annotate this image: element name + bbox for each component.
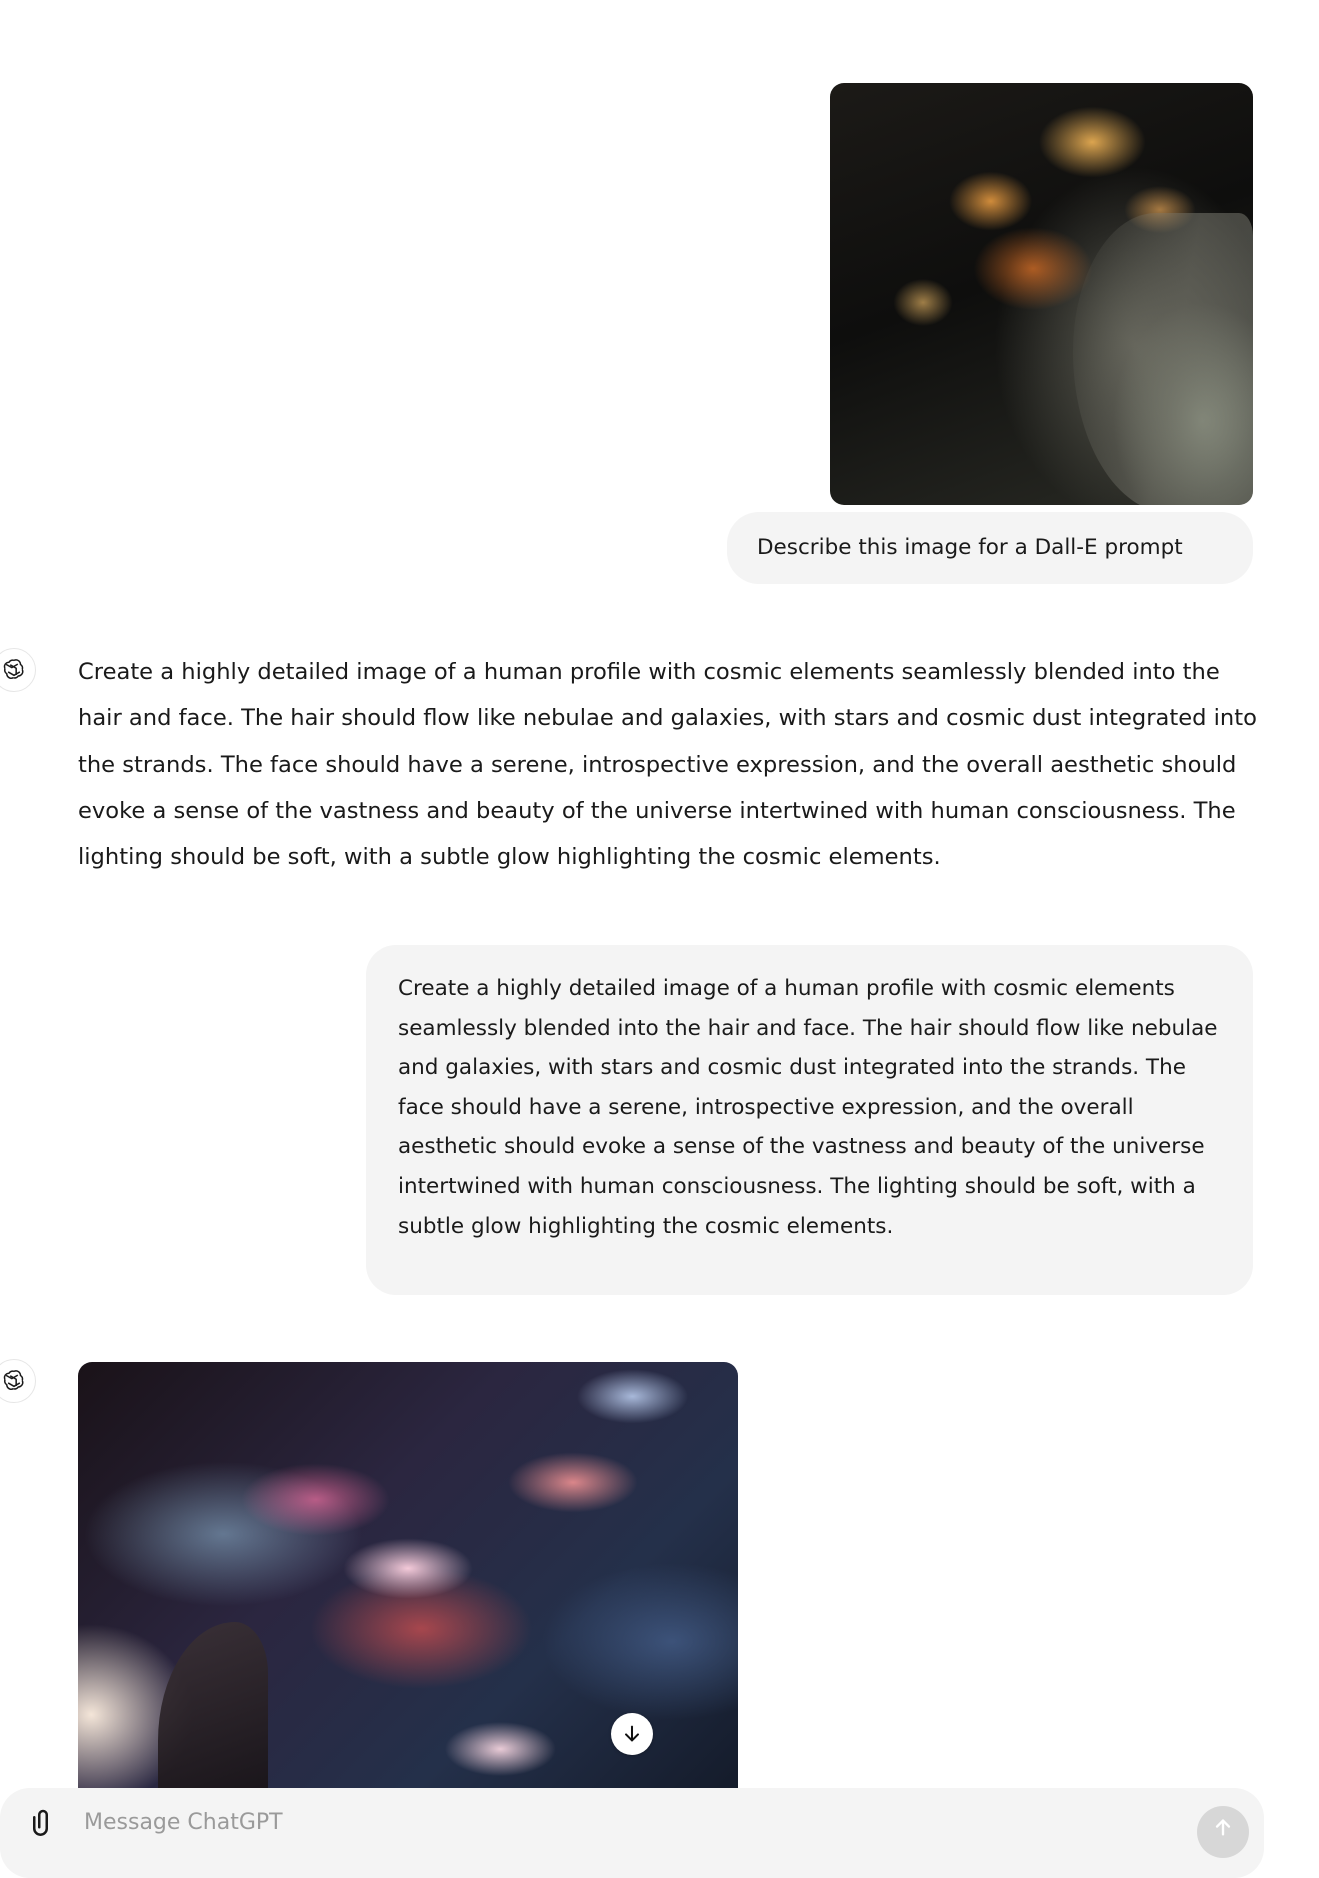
chatgpt-logo-icon (0, 1359, 36, 1403)
send-arrow-icon (1215, 1819, 1231, 1836)
user-uploaded-image[interactable] (830, 83, 1253, 505)
image-face-silhouette (158, 1622, 268, 1792)
message-input[interactable] (84, 1807, 1164, 1837)
image-face-silhouette (1073, 213, 1253, 505)
paperclip-icon (33, 1809, 48, 1836)
user-message-bubble: Create a highly detailed image of a huma… (366, 945, 1253, 1295)
send-button[interactable] (1197, 1806, 1249, 1858)
assistant-message-text: Create a highly detailed image of a huma… (78, 659, 1257, 871)
download-icon (625, 1725, 639, 1742)
download-button[interactable] (611, 1713, 653, 1755)
chatgpt-logo-icon (0, 648, 36, 692)
attach-button[interactable] (28, 1806, 58, 1836)
user-message-bubble: Describe this image for a Dall-E prompt (727, 512, 1253, 584)
